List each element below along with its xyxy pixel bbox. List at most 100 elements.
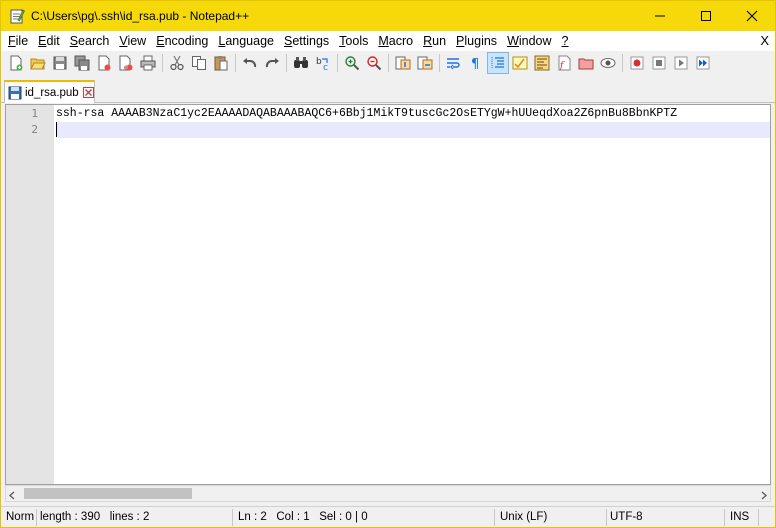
show-all-chars-button[interactable]: ¶	[465, 52, 487, 74]
horizontal-scrollbar[interactable]	[5, 485, 771, 502]
scroll-right-button[interactable]	[759, 489, 768, 503]
close-document-menu-button[interactable]: X	[760, 33, 769, 49]
minimize-button[interactable]	[637, 1, 683, 31]
menu-help[interactable]: ?	[557, 31, 574, 51]
paste-icon	[214, 56, 228, 71]
scroll-left-button[interactable]	[8, 489, 17, 503]
status-bar: Norm length : 390 lines : 2 Ln : 2 Col :…	[1, 506, 775, 527]
menu-bar: File Edit Search View Encoding Language …	[1, 31, 775, 51]
minimize-icon	[655, 15, 665, 17]
tab-label: id_rsa.pub	[25, 86, 79, 99]
close-icon	[82, 87, 94, 98]
stop-record-button[interactable]	[648, 52, 670, 74]
svg-text:b: b	[316, 57, 322, 67]
title-bar[interactable]: C:\Users\pg\.ssh\id_rsa.pub - Notepad++	[1, 1, 775, 31]
status-sel: Sel : 0 | 0	[319, 511, 368, 523]
indent-guide-icon	[491, 57, 504, 69]
menu-search[interactable]: Search	[65, 31, 115, 51]
menu-plugins[interactable]: Plugins	[451, 31, 502, 51]
status-col: Col : 1	[276, 511, 310, 523]
menu-settings[interactable]: Settings	[279, 31, 334, 51]
status-ln: Ln : 2	[238, 511, 267, 523]
user-lang-button[interactable]	[509, 52, 531, 74]
open-file-icon	[30, 58, 46, 70]
maximize-button[interactable]	[683, 1, 729, 31]
doc-map-button[interactable]	[531, 52, 553, 74]
undo-button[interactable]	[239, 52, 261, 74]
redo-button[interactable]	[261, 52, 283, 74]
menu-file[interactable]: File	[1, 31, 33, 51]
scrollbar-thumb[interactable]	[24, 488, 192, 499]
tab-id-rsa-pub[interactable]: id_rsa.pub	[4, 80, 95, 103]
menu-view[interactable]: View	[114, 31, 151, 51]
toolbar-separator	[286, 54, 287, 72]
folder-workspace-button[interactable]	[575, 52, 597, 74]
toolbar-separator	[439, 54, 440, 72]
save-all-button[interactable]	[71, 52, 93, 74]
function-list-icon: f	[558, 55, 571, 71]
print-button[interactable]	[137, 52, 159, 74]
menu-run[interactable]: Run	[418, 31, 451, 51]
menu-language[interactable]: Language	[213, 31, 279, 51]
menu-window[interactable]: Window	[502, 31, 556, 51]
print-icon	[140, 55, 156, 71]
document-tab-bar: id_rsa.pub	[1, 77, 775, 103]
function-list-button[interactable]: f	[553, 52, 575, 74]
word-wrap-button[interactable]	[443, 52, 465, 74]
status-position: Ln : 2 Col : 1 Sel : 0 | 0	[235, 509, 495, 526]
status-encoding[interactable]: UTF-8	[607, 509, 725, 526]
replace-icon: bc	[316, 57, 328, 71]
folder-workspace-icon	[578, 58, 594, 70]
chevron-left-icon	[8, 491, 15, 500]
maximize-icon	[701, 11, 711, 21]
menu-tools[interactable]: Tools	[334, 31, 373, 51]
sync-horizontal-icon	[417, 56, 433, 70]
play-macro-icon	[674, 56, 688, 70]
toolbar-separator	[388, 54, 389, 72]
zoom-in-button[interactable]	[341, 52, 363, 74]
line-number-gutter: 1 2	[6, 105, 54, 484]
cut-button[interactable]	[166, 52, 188, 74]
status-length-lines: length : 390 lines : 2	[37, 509, 233, 526]
code-line-current[interactable]	[56, 122, 770, 138]
show-all-chars-icon: ¶	[471, 57, 479, 71]
open-file-button[interactable]	[27, 52, 49, 74]
record-macro-button[interactable]	[626, 52, 648, 74]
replace-button[interactable]: bc	[312, 52, 334, 74]
cut-icon	[170, 55, 184, 71]
status-insert-mode[interactable]: INS	[727, 509, 759, 526]
close-window-button[interactable]	[729, 1, 775, 31]
play-macro-button[interactable]	[670, 52, 692, 74]
zoom-out-icon	[367, 56, 382, 71]
toolbar-separator	[162, 54, 163, 72]
paste-button[interactable]	[210, 52, 232, 74]
user-lang-icon	[512, 56, 528, 70]
chevron-right-icon	[761, 491, 768, 500]
status-eol[interactable]: Unix (LF)	[497, 509, 607, 526]
save-icon	[53, 56, 67, 70]
close-all-button[interactable]	[115, 52, 137, 74]
new-file-icon	[10, 55, 23, 71]
zoom-out-button[interactable]	[363, 52, 385, 74]
monitoring-button[interactable]	[597, 52, 619, 74]
close-file-button[interactable]	[93, 52, 115, 74]
indent-guide-button[interactable]	[487, 52, 509, 74]
find-button[interactable]	[290, 52, 312, 74]
code-line[interactable]: ssh-rsa AAAAB3NzaC1yc2EAAAADAQABAAABAQC6…	[56, 106, 770, 122]
sync-vertical-button[interactable]	[392, 52, 414, 74]
menu-macro[interactable]: Macro	[373, 31, 418, 51]
status-lines: lines : 2	[109, 511, 150, 523]
run-macro-multiple-button[interactable]	[692, 52, 714, 74]
editor-area[interactable]: 1 2 ssh-rsa AAAAB3NzaC1yc2EAAAADAQABAAAB…	[5, 104, 771, 485]
notepadpp-app-icon[interactable]	[9, 8, 25, 24]
menu-encoding[interactable]: Encoding	[151, 31, 213, 51]
save-all-icon	[74, 55, 90, 71]
zoom-in-icon	[345, 56, 360, 71]
sync-horizontal-button[interactable]	[414, 52, 436, 74]
copy-button[interactable]	[188, 52, 210, 74]
menu-edit[interactable]: Edit	[33, 31, 65, 51]
save-button[interactable]	[49, 52, 71, 74]
tab-close-button[interactable]	[82, 87, 94, 98]
toolbar-separator	[337, 54, 338, 72]
new-file-button[interactable]	[5, 52, 27, 74]
